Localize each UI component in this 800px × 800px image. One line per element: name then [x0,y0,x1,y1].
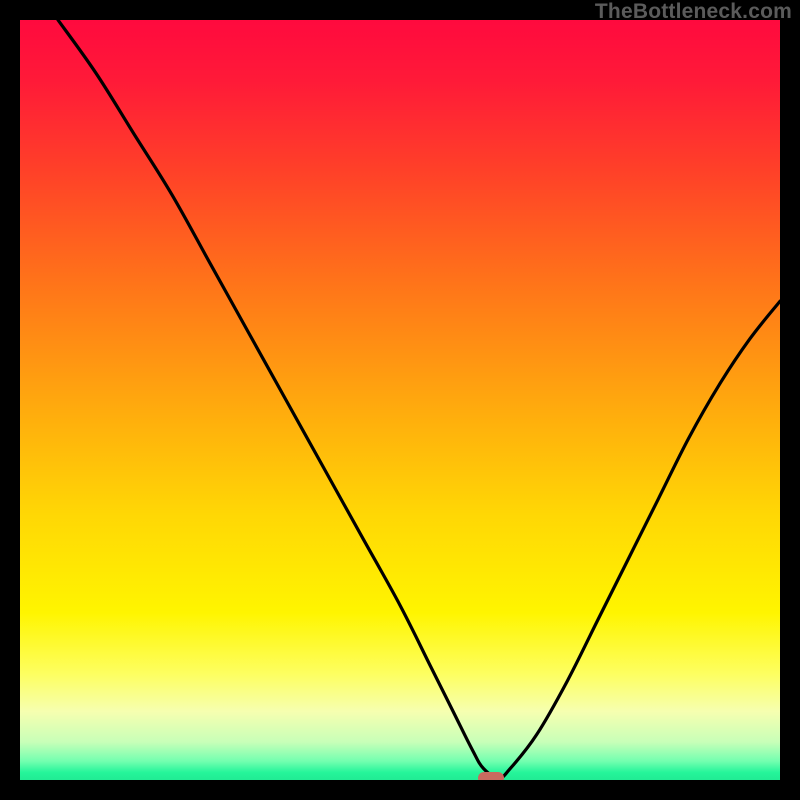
bottleneck-curve [20,20,780,780]
plot-area [20,20,780,780]
optimal-marker [478,772,504,780]
chart-frame: TheBottleneck.com [0,0,800,800]
